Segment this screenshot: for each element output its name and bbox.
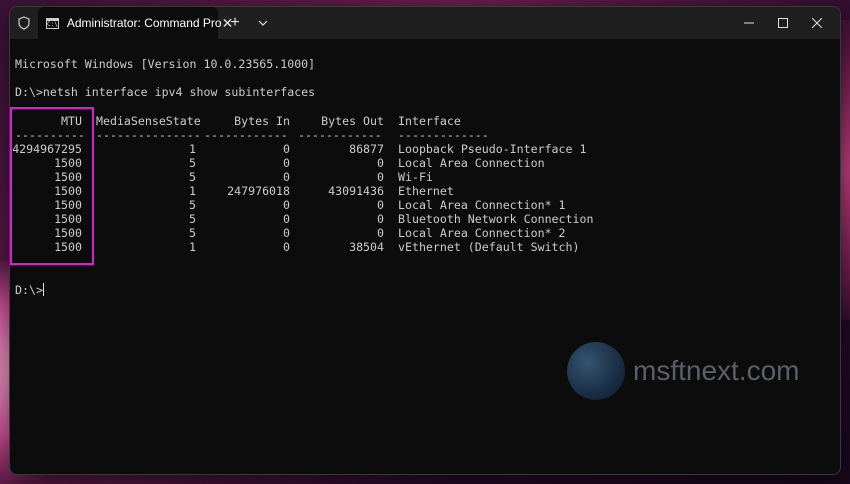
- command-line: D:\>netsh interface ipv4 show subinterfa…: [15, 85, 316, 99]
- title-bar[interactable]: C:\ Administrator: Command Pro ✕ +: [10, 7, 840, 39]
- cell-interface: Loopback Pseudo-Interface 1: [398, 142, 587, 156]
- cell-interface: Local Area Connection* 1: [398, 198, 566, 212]
- cell-bytes-out: 0: [377, 212, 384, 226]
- watermark: msftnext.com: [567, 342, 799, 400]
- cell-bytes-in: 0: [283, 198, 290, 212]
- cell-bytes-in: 0: [283, 240, 290, 254]
- separator-mediasensestate: ---------------: [96, 128, 201, 142]
- cell-interface: Ethernet: [398, 184, 454, 198]
- version-line: Microsoft Windows [Version 10.0.23565.10…: [15, 57, 316, 71]
- maximize-button[interactable]: [766, 7, 800, 39]
- cell-interface: Local Area Connection* 2: [398, 226, 566, 240]
- cell-bytes-in: 0: [283, 170, 290, 184]
- header-mediasensestate: MediaSenseState: [96, 114, 201, 128]
- cell-bytes-out: 0: [377, 170, 384, 184]
- chevron-down-icon[interactable]: [252, 7, 274, 39]
- separator-bytes-in: ------------: [204, 128, 288, 142]
- watermark-text: msftnext.com: [633, 355, 800, 386]
- cell-interface: Local Area Connection: [398, 156, 545, 170]
- cell-bytes-out: 0: [377, 226, 384, 240]
- prompt-line[interactable]: D:\>: [15, 283, 44, 297]
- cell-bytes-out: 43091436: [328, 184, 384, 198]
- cell-bytes-in: 0: [283, 142, 290, 156]
- cell-bytes-in: 0: [283, 226, 290, 240]
- cell-state: 1: [189, 240, 196, 254]
- cell-interface: vEthernet (Default Switch): [398, 240, 580, 254]
- tab-command-prompt[interactable]: C:\ Administrator: Command Pro ✕: [38, 7, 233, 39]
- header-interface: Interface: [398, 114, 461, 128]
- cell-state: 5: [189, 170, 196, 184]
- terminal-output[interactable]: Microsoft Windows [Version 10.0.23565.10…: [10, 39, 840, 474]
- mtu-column-highlight: [10, 107, 94, 265]
- terminal-window: C:\ Administrator: Command Pro ✕ + Micro…: [9, 6, 841, 475]
- msftnext-logo-icon: [567, 342, 625, 400]
- cell-state: 1: [189, 184, 196, 198]
- cell-state: 5: [189, 226, 196, 240]
- cell-bytes-in: 0: [283, 212, 290, 226]
- cell-bytes-out: 0: [377, 198, 384, 212]
- tab-icon-text: C:\: [47, 20, 58, 28]
- cell-bytes-out: 0: [377, 156, 384, 170]
- header-bytes-out: Bytes Out: [321, 114, 384, 128]
- close-window-button[interactable]: [800, 7, 834, 39]
- separator-bytes-out: ------------: [298, 128, 382, 142]
- tab-title: Administrator: Command Pro: [66, 16, 222, 30]
- command-prompt-icon: C:\: [46, 17, 59, 29]
- cell-state: 1: [189, 142, 196, 156]
- cell-interface: Bluetooth Network Connection: [398, 212, 594, 226]
- cell-state: 5: [189, 198, 196, 212]
- cell-bytes-out: 86877: [349, 142, 384, 156]
- header-bytes-in: Bytes In: [234, 114, 290, 128]
- minimize-button[interactable]: [732, 7, 766, 39]
- text-cursor: [42, 283, 44, 296]
- cell-bytes-out: 38504: [349, 240, 384, 254]
- cell-state: 5: [189, 212, 196, 226]
- new-tab-button[interactable]: +: [224, 7, 246, 39]
- cell-state: 5: [189, 156, 196, 170]
- shield-icon: [12, 7, 36, 39]
- cell-bytes-in: 0: [283, 156, 290, 170]
- cell-interface: Wi-Fi: [398, 170, 433, 184]
- separator-interface: -------------: [398, 128, 489, 142]
- prompt-text: D:\>: [15, 283, 43, 297]
- cell-bytes-in: 247976018: [227, 184, 290, 198]
